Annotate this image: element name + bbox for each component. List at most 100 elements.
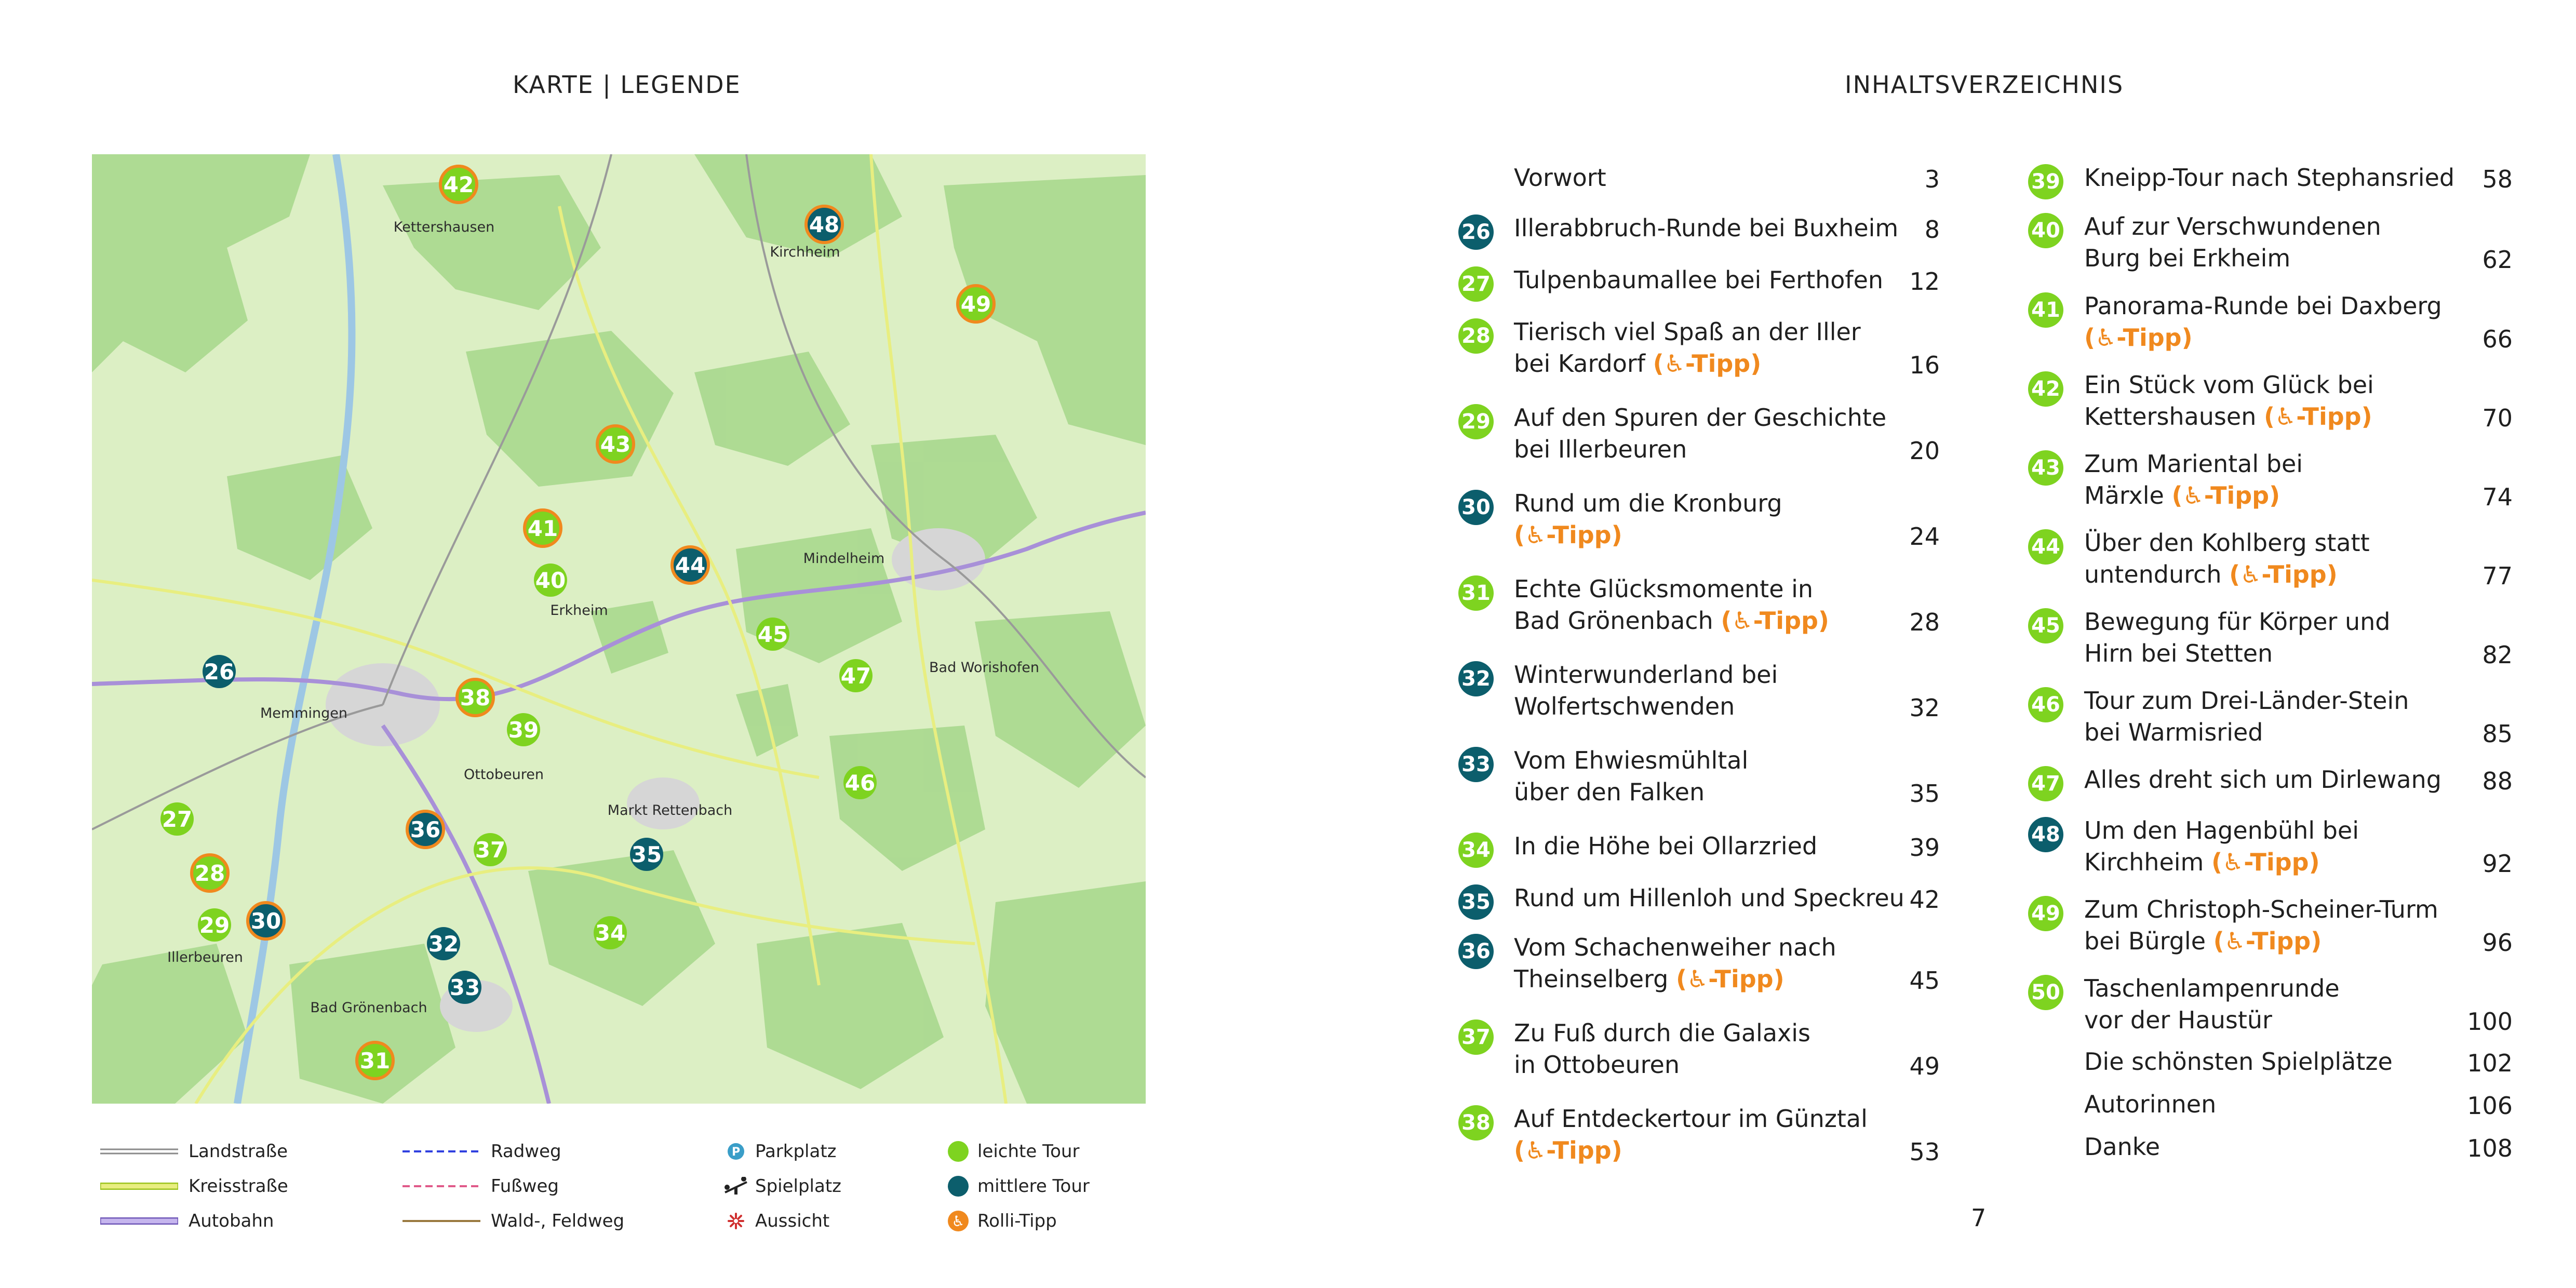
toc-entry-title[interactable]: Taschenlampenrunde vor der Haustür — [2084, 973, 2340, 1036]
toc-entry-title[interactable]: Bewegung für Körper und Hirn bei Stetten — [2084, 606, 2390, 669]
toc-entry-title[interactable]: Zum Mariental bei Märxle (♿-Tipp) — [2084, 448, 2303, 512]
toc-entry-line1: Zu Fuß durch die Galaxis — [1514, 1019, 1810, 1047]
toc-entry-line1: Rund um die Kronburg — [1514, 489, 1782, 517]
tour-marker-35[interactable]: 35 — [630, 838, 663, 871]
toc-tour-number: 45 — [2028, 608, 2063, 643]
toc-entry-line1: Autorinnen — [2084, 1090, 2217, 1118]
toc-tour-number: 44 — [2028, 529, 2063, 565]
legend-mittel-label: mittlere Tour — [977, 1176, 1090, 1197]
toc-entry-title[interactable]: Winterwunderland bei Wolfertschwenden — [1514, 659, 1778, 722]
toc-entry-title[interactable]: Zum Christoph-Scheiner-Turm bei Bürgle (♿… — [2084, 894, 2438, 957]
toc-entry-title[interactable]: Vorwort — [1514, 162, 1606, 194]
tour-marker-49[interactable]: 49 — [956, 284, 996, 324]
toc-page-number: 96 — [2482, 929, 2513, 957]
toc-entry-title[interactable]: Vom Ehwiesmühltal über den Falken — [1514, 745, 1748, 808]
tour-marker-26[interactable]: 26 — [203, 655, 236, 688]
tour-marker-29[interactable]: 29 — [198, 908, 231, 942]
tour-marker-43[interactable]: 43 — [596, 424, 635, 464]
toc-entry-title[interactable]: Alles dreht sich um Dirlewang — [2084, 764, 2441, 796]
tour-marker-41[interactable]: 41 — [523, 508, 562, 548]
toc-entry-line2: Burg bei Erkheim — [2084, 244, 2291, 272]
tour-marker-36[interactable]: 36 — [406, 810, 445, 849]
toc-entry-title[interactable]: Tierisch viel Spaß an der Iller bei Kardo… — [1514, 316, 1861, 380]
toc-entry-line2: in Ottobeuren — [1514, 1051, 1680, 1079]
toc-tour-number: 36 — [1458, 934, 1494, 969]
tour-marker-40[interactable]: 40 — [534, 564, 567, 597]
toc-entry-line1: Die schönsten Spielplätze — [2084, 1048, 2393, 1076]
tour-marker-28[interactable]: 28 — [190, 853, 230, 893]
legend-fussweg: Fußweg — [403, 1176, 559, 1197]
tour-marker-34[interactable]: 34 — [594, 916, 627, 949]
toc-entry-title[interactable]: Rund um die Kronburg (♿-Tipp) — [1514, 488, 1782, 551]
toc-entry-line2: Kettershausen — [2084, 403, 2257, 431]
tour-marker-27[interactable]: 27 — [160, 802, 194, 836]
toc-tour-number: 42 — [2028, 371, 2063, 407]
toc-entry-line1: Vom Schachenweiher nach — [1514, 933, 1836, 961]
tour-marker-42[interactable]: 42 — [439, 165, 478, 204]
toc-page-number: 28 — [1909, 608, 1940, 636]
toc-entry-title[interactable]: Auf zur Verschwundenen Burg bei Erkheim — [2084, 211, 2381, 274]
toc-tour-number: 33 — [1458, 747, 1494, 782]
toc-entry-title[interactable]: Über den Kohlberg statt untendurch (♿-Tip… — [2084, 527, 2370, 591]
map-place-label: Bad Grönenbach — [310, 1000, 427, 1016]
toc-page-number: 39 — [1909, 834, 1940, 862]
tour-marker-38[interactable]: 38 — [455, 678, 495, 717]
toc-page-number: 102 — [2467, 1049, 2513, 1077]
tour-marker-46[interactable]: 46 — [843, 766, 877, 799]
toc-entry-line1: Vom Ehwiesmühltal — [1514, 746, 1749, 774]
toc-entry-line1: Tour zum Drei-Länder-Stein — [2084, 687, 2409, 715]
toc-entry-title[interactable]: Autorinnen — [2084, 1089, 2216, 1120]
toc-entry-title[interactable]: Die schönsten Spielplätze — [2084, 1046, 2393, 1078]
toc-entry-line1: Taschenlampenrunde — [2084, 974, 2340, 1002]
tour-marker-31[interactable]: 31 — [355, 1041, 395, 1080]
toc-entry-title[interactable]: Tour zum Drei-Länder-Stein bei Warmisried — [2084, 685, 2409, 748]
toc-entry-title[interactable]: Panorama-Runde bei Daxberg (♿-Tipp) — [2084, 290, 2442, 354]
landstrasse-line-icon — [100, 1148, 178, 1155]
toc-entry-title[interactable]: Echte Glücksmomente in Bad Grönenbach (♿-… — [1514, 573, 1829, 637]
toc-entry-title[interactable]: In die Höhe bei Ollarzried — [1514, 830, 1817, 862]
toc-entry-line2: Theinselberg — [1514, 965, 1669, 993]
toc-page-number: 42 — [1909, 886, 1940, 914]
toc-entry-line2: über den Falken — [1514, 778, 1705, 806]
legend-aussicht-label: Aussicht — [755, 1211, 830, 1231]
map-page-title: KARTE | LEGENDE — [513, 71, 741, 99]
toc-entry-title[interactable]: Vom Schachenweiher nach Theinselberg (♿-T… — [1514, 932, 1836, 995]
toc-entry-title[interactable]: Zu Fuß durch die Galaxis in Ottobeuren — [1514, 1017, 1810, 1081]
map-place-label: Erkheim — [550, 602, 608, 619]
toc-entry-title[interactable]: Illerabbruch-Runde bei Buxheim — [1514, 212, 1898, 244]
toc-tour-number: 32 — [1458, 661, 1494, 696]
toc-entry-title[interactable]: Kneipp-Tour nach Stephansried — [2084, 162, 2454, 194]
toc-entry-line1: Illerabbruch-Runde bei Buxheim — [1514, 214, 1899, 242]
rolli-tipp-badge: (♿-Tipp) — [2213, 927, 2322, 955]
page-number: 7 — [1971, 1204, 1987, 1232]
legend-parkplatz: P Parkplatz — [723, 1141, 837, 1162]
legend-rolli: ♿ Rolli-Tipp — [945, 1211, 1057, 1231]
tour-marker-32[interactable]: 32 — [427, 927, 460, 960]
toc-entry-line1: Zum Christoph-Scheiner-Turm — [2084, 895, 2438, 923]
tour-marker-44[interactable]: 44 — [670, 545, 710, 585]
toc-entry-title[interactable]: Um den Hagenbühl bei Kirchheim (♿-Tipp) — [2084, 815, 2359, 878]
toc-entry-line1: Panorama-Runde bei Daxberg — [2084, 292, 2442, 320]
toc-entry-title[interactable]: Tulpenbaumallee bei Ferthofen — [1514, 264, 1883, 296]
toc-entry-title[interactable]: Auf den Spuren der Geschichte bei Illerbe… — [1514, 402, 1886, 465]
toc-tour-number: 27 — [1458, 266, 1494, 302]
toc-entry-title[interactable]: Rund um Hillenloh und Speckreu — [1514, 882, 1904, 914]
tour-marker-39[interactable]: 39 — [507, 713, 540, 746]
toc-page-number: 35 — [1909, 780, 1940, 808]
toc-tour-number: 31 — [1458, 575, 1494, 611]
rolli-tipp-badge: (♿-Tipp) — [2229, 560, 2338, 588]
toc-entry-title[interactable]: Danke — [2084, 1131, 2160, 1163]
rolli-tipp-badge: (♿-Tipp) — [1514, 1136, 1622, 1164]
tour-marker-37[interactable]: 37 — [474, 833, 507, 866]
tour-marker-48[interactable]: 48 — [804, 205, 844, 244]
tour-marker-30[interactable]: 30 — [246, 901, 286, 941]
tour-marker-45[interactable]: 45 — [756, 618, 789, 651]
tour-marker-47[interactable]: 47 — [839, 659, 873, 692]
wheelchair-icon: ♿ — [945, 1210, 971, 1232]
legend-autobahn: Autobahn — [100, 1211, 274, 1231]
toc-entry-title[interactable]: Ein Stück vom Glück bei Kettershausen (♿-… — [2084, 369, 2374, 433]
rolli-tipp-badge: (♿-Tipp) — [1675, 965, 1785, 993]
tour-marker-33[interactable]: 33 — [448, 971, 481, 1004]
toc-entry-title[interactable]: Auf Entdeckertour im Günztal (♿-Tipp) — [1514, 1103, 1868, 1166]
medium-tour-dot-icon — [945, 1175, 971, 1198]
